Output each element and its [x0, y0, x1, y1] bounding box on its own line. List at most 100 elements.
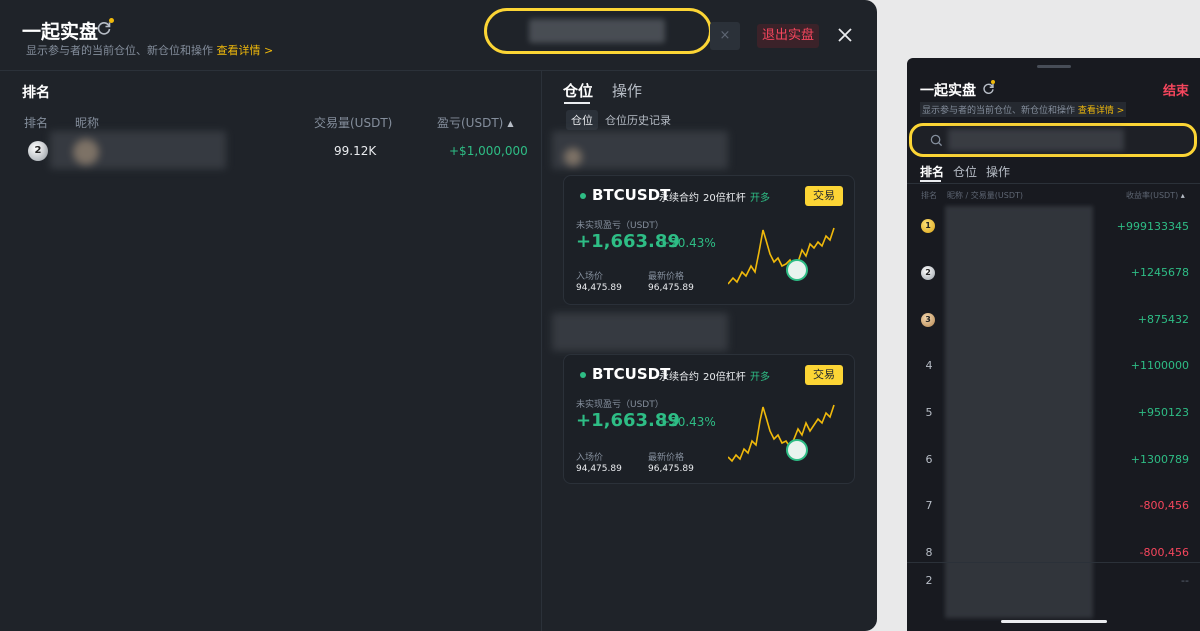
col-pnl[interactable]: 盈亏(USDT) ▲ — [437, 114, 514, 131]
row-return: +1300789 — [1130, 453, 1189, 466]
row-return: -800,456 — [1139, 546, 1189, 559]
row-rank: 5 — [925, 406, 933, 419]
subtab-position-history[interactable]: 仓位历史记录 — [605, 112, 671, 128]
search-input[interactable] — [484, 8, 712, 54]
live-trading-modal: 一起实盘 显示参与者的当前仓位、新仓位和操作 查看详情 > × 退出实盘 排名 … — [0, 0, 877, 631]
sort-icon[interactable]: ▲ — [507, 119, 513, 128]
tab-operations[interactable]: 操作 — [986, 163, 1010, 180]
trade-button[interactable]: 交易 — [805, 186, 843, 206]
search-input[interactable] — [909, 123, 1197, 157]
col-pnl-label: 盈亏(USDT) — [437, 116, 504, 130]
search-value-blurred — [948, 129, 1124, 151]
tab-operations[interactable]: 操作 — [612, 80, 642, 101]
leverage-tag: 20倍杠杆 — [703, 372, 746, 383]
search-value-blurred — [529, 19, 665, 43]
row-return: +999133345 — [1116, 220, 1189, 233]
last-value: 96,475.89 — [648, 464, 694, 474]
drag-handle[interactable] — [1037, 65, 1071, 68]
divider — [0, 70, 877, 71]
search-icon — [930, 134, 943, 147]
tab-underline — [920, 180, 941, 182]
entry-label: 入场价 — [576, 272, 604, 282]
subtitle-text: 显示参与者的当前仓位、新仓位和操作 — [922, 106, 1076, 116]
tab-ranking[interactable]: 排名 — [920, 163, 944, 180]
pnl-percent: +20.43% — [660, 415, 716, 429]
col-nickname: 昵称 — [75, 116, 100, 130]
row-rank: 8 — [925, 546, 933, 559]
end-button[interactable]: 结束 — [1163, 80, 1189, 99]
contract-type: 永续合约 — [659, 372, 699, 383]
row-rank: 7 — [925, 499, 933, 512]
avatar — [73, 139, 99, 165]
row-rank: 4 — [925, 359, 933, 372]
position-card: BTCUSDT 永续合约 20倍杠杆 开多 交易 未实现盈亏（USDT） +1,… — [563, 175, 855, 305]
pnl-label: 未实现盈亏（USDT） — [576, 221, 664, 231]
price-sparkline — [728, 227, 835, 285]
col-nickname-volume: 昵称 / 交易量(USDT) — [947, 191, 1024, 200]
row-volume: 99.12K — [334, 144, 377, 158]
row-rank: 2 — [925, 574, 933, 587]
rank-medal-icon: 3 — [921, 313, 935, 327]
rank-medal-icon: 1 — [921, 219, 935, 233]
col-rank: 排名 — [24, 116, 49, 130]
rank-medal-icon: 2 — [921, 266, 935, 280]
row-rank: 6 — [925, 453, 933, 466]
sort-icon[interactable]: ▴ — [1181, 191, 1185, 200]
tab-positions[interactable]: 仓位 — [563, 80, 593, 101]
rank-medal-icon: 2 — [28, 141, 48, 161]
row-return: -800,456 — [1139, 499, 1189, 512]
avatar — [564, 148, 582, 166]
side-tag: 开多 — [750, 372, 770, 383]
entry-label: 入场价 — [576, 453, 604, 463]
close-icon[interactable] — [836, 26, 854, 44]
row-return: +1245678 — [1130, 266, 1189, 279]
col-rank: 排名 — [921, 191, 937, 200]
mascot-avatar — [786, 439, 808, 461]
ranking-heading: 排名 — [22, 85, 50, 101]
mobile-subtitle: 显示参与者的当前仓位、新仓位和操作 查看详情 > — [920, 102, 1127, 117]
divider — [907, 562, 1200, 563]
row-return: +875432 — [1137, 313, 1189, 326]
subtab-positions[interactable]: 仓位 — [566, 110, 598, 130]
mobile-title: 一起实盘 — [920, 83, 976, 99]
col-volume: 交易量(USDT) — [314, 116, 393, 130]
entry-value: 94,475.89 — [576, 464, 622, 474]
modal-subtitle: 显示参与者的当前仓位、新仓位和操作 查看详情 > — [26, 42, 273, 58]
status-dot — [580, 372, 586, 378]
row-return: +950123 — [1137, 406, 1189, 419]
exit-live-button[interactable]: 退出实盘 — [757, 24, 819, 48]
details-link[interactable]: 查看详情 > — [1078, 106, 1124, 116]
price-sparkline — [728, 404, 835, 463]
mascot-avatar — [786, 259, 808, 281]
status-dot — [580, 193, 586, 199]
subtitle-text: 显示参与者的当前仓位、新仓位和操作 — [26, 44, 213, 57]
row-return: -- — [1181, 574, 1189, 587]
modal-title: 一起实盘 — [22, 21, 99, 43]
contract-type: 永续合约 — [659, 193, 699, 204]
trader-header-blurred — [552, 313, 728, 351]
last-label: 最新价格 — [648, 453, 685, 463]
details-link[interactable]: 查看详情 > — [217, 44, 274, 57]
row-pnl: +$1,000,000 — [449, 144, 528, 158]
row-return: +1100000 — [1130, 359, 1189, 372]
participants-blurred — [945, 206, 1093, 618]
notification-dot — [991, 80, 995, 84]
mobile-live-trading-sheet: 一起实盘 结束 显示参与者的当前仓位、新仓位和操作 查看详情 > 排名 仓位 操… — [907, 58, 1200, 631]
divider-vertical — [541, 71, 542, 631]
leverage-tag: 20倍杠杆 — [703, 193, 746, 204]
notification-dot — [109, 18, 114, 23]
tab-underline — [564, 102, 590, 104]
home-indicator — [1001, 620, 1107, 623]
divider — [907, 183, 1200, 184]
entry-value: 94,475.89 — [576, 283, 622, 293]
last-label: 最新价格 — [648, 272, 685, 282]
pnl-percent: +20.43% — [660, 236, 716, 250]
clear-search-button[interactable]: × — [710, 22, 740, 50]
trade-button[interactable]: 交易 — [805, 365, 843, 385]
last-value: 96,475.89 — [648, 283, 694, 293]
side-tag: 开多 — [750, 193, 770, 204]
pnl-label: 未实现盈亏（USDT） — [576, 400, 664, 410]
col-return-label: 收益率(USDT) — [1126, 191, 1179, 200]
col-return[interactable]: 收益率(USDT) ▴ — [1126, 190, 1185, 201]
tab-positions[interactable]: 仓位 — [953, 163, 977, 180]
